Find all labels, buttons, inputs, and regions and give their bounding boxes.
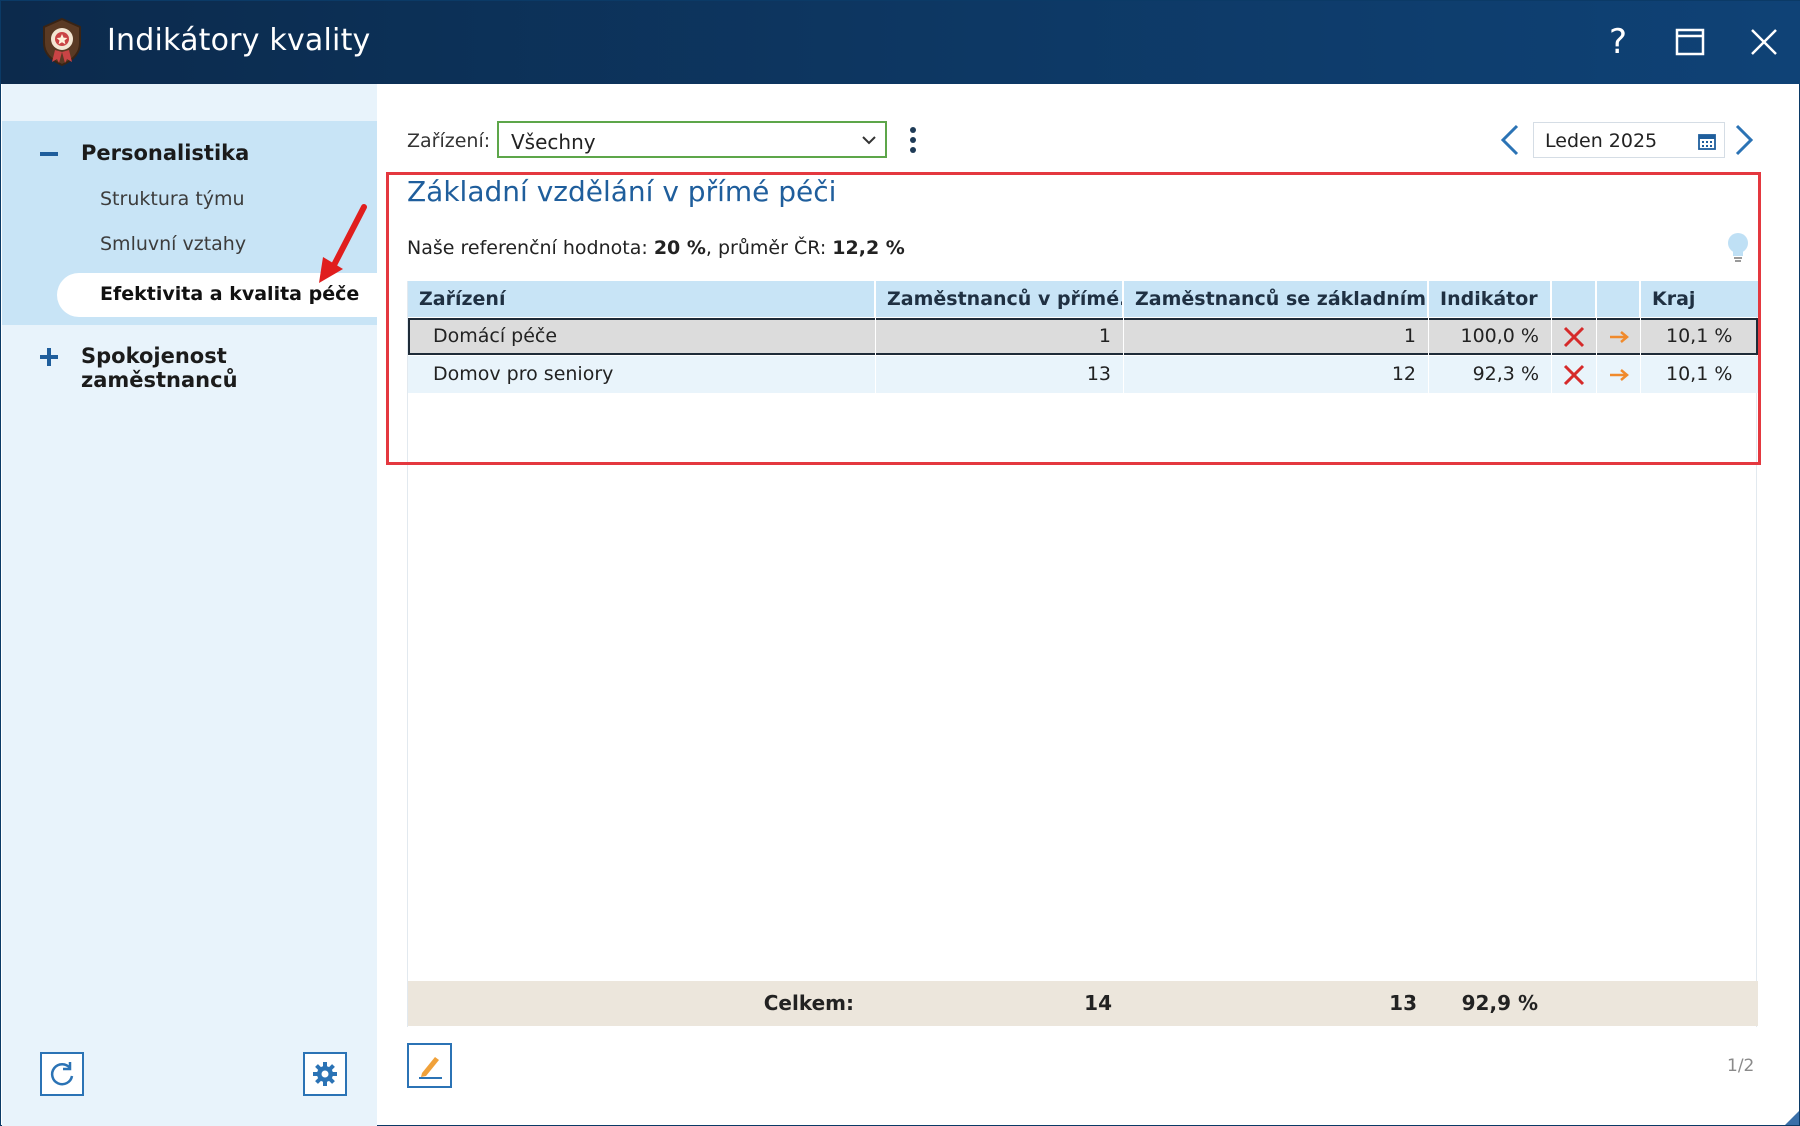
facility-select-value: Všechny [511,130,596,154]
calendar-icon[interactable] [1698,132,1716,150]
period-value: Leden 2025 [1545,130,1658,152]
chevron-down-icon [862,136,876,145]
collapse-minus-icon [40,152,58,156]
totals-indicator: 92,9 % [1461,991,1538,1015]
help-icon: ? [1608,22,1628,62]
close-icon [1751,29,1777,55]
maximize-button[interactable] [1665,17,1715,67]
sidebar-group-label: Spokojenost zaměstnanců [81,344,238,392]
maximize-icon [1675,28,1705,56]
resize-grip-icon[interactable] [1785,1111,1799,1125]
chevron-right-icon[interactable] [1731,123,1757,157]
more-options-icon[interactable] [905,125,921,155]
annotation-arrow-icon [319,204,367,283]
window-title: Indikátory kvality [107,23,371,58]
period-picker[interactable]: Leden 2025 [1533,122,1725,158]
title-bar: Indikátory kvality ? [1,1,1800,84]
edit-button[interactable] [407,1043,452,1088]
refresh-button[interactable] [40,1052,84,1096]
facility-label: Zařízení: [407,130,491,152]
help-button[interactable]: ? [1593,17,1643,67]
page-indicator: 1/2 [1727,1056,1755,1076]
app-window: Indikátory kvality ? Personalistika Stru… [0,0,1800,1126]
facility-select[interactable]: Všechny [497,121,887,158]
sidebar-item-smluvni-vztahy[interactable]: Smluvní vztahy [100,233,246,255]
expand-plus-icon [40,348,58,366]
totals-direct-care: 14 [1084,991,1112,1015]
sidebar-item-struktura-tymu[interactable]: Struktura týmu [100,188,245,210]
chevron-left-icon[interactable] [1497,123,1523,157]
settings-button[interactable] [303,1052,347,1096]
sidebar-group-label: Personalistika [81,141,250,165]
medal-icon [43,17,81,67]
totals-basic-education: 13 [1389,991,1417,1015]
gear-icon [313,1062,337,1086]
refresh-icon [50,1062,74,1086]
sidebar-group-header-personalistika[interactable]: Personalistika [2,129,377,179]
highlight-frame [386,172,1761,465]
totals-label: Celkem: [763,991,854,1015]
sidebar-group-header-spokojenost[interactable]: Spokojenost zaměstnanců [2,332,377,392]
totals-row: Celkem: 14 13 92,9 % [408,981,1758,1026]
close-button[interactable] [1739,17,1789,67]
pencil-icon [418,1056,442,1079]
